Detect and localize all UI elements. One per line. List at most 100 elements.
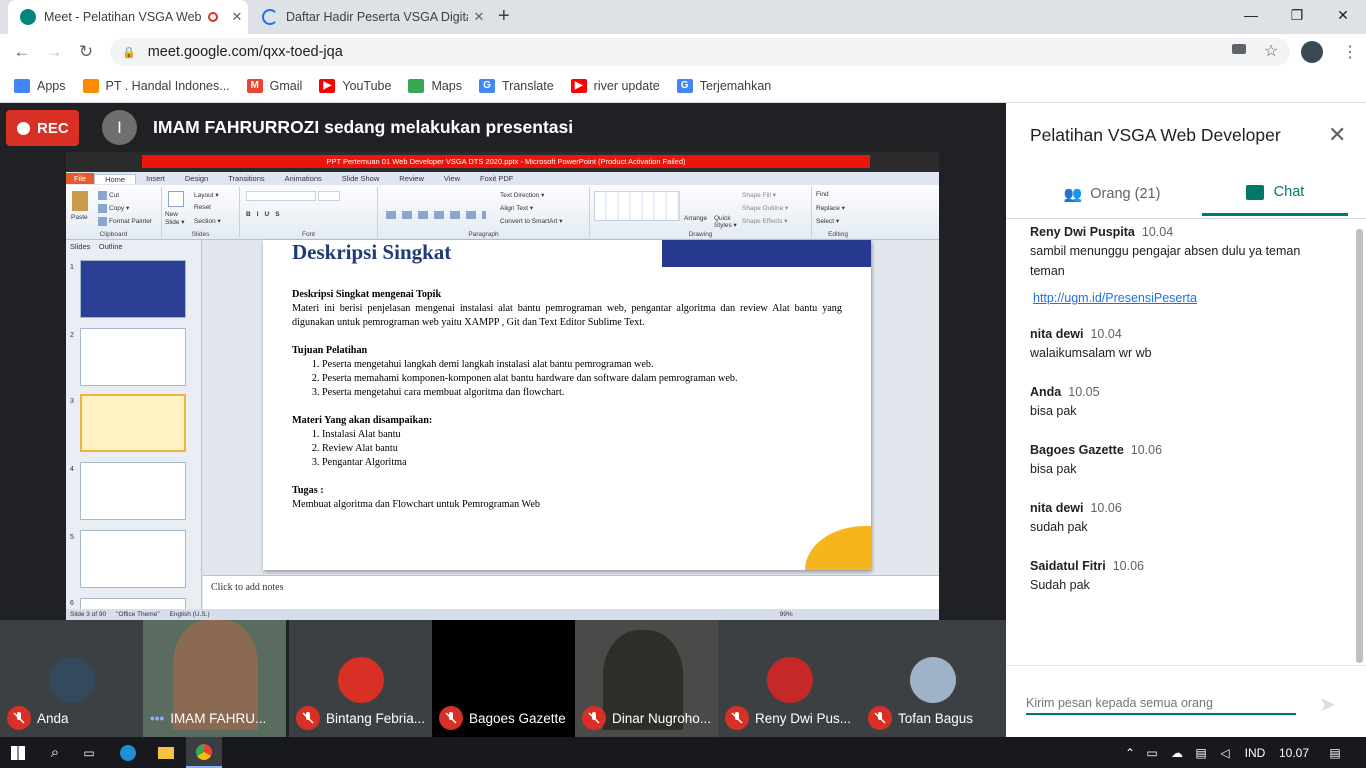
message-time: 10.04: [1090, 327, 1122, 341]
apps-grid-icon: [14, 79, 30, 93]
browser-toolbar: ← → ↻ 🔒 meet.google.com/qxx-toed-jqa ☆ ⋮: [0, 34, 1366, 70]
participant-tile[interactable]: ••• IMAM FAHRU...: [143, 620, 286, 740]
chat-input[interactable]: [1026, 693, 1296, 715]
new-slide-icon: [168, 191, 184, 207]
close-window-button[interactable]: ✕: [1320, 0, 1366, 30]
restore-button[interactable]: ❐: [1274, 0, 1320, 30]
reload-icon[interactable]: ↻: [74, 40, 98, 64]
avatar: [767, 657, 813, 703]
network-icon[interactable]: ▤: [1190, 737, 1212, 768]
send-icon[interactable]: ➤: [1319, 692, 1336, 717]
chrome-icon[interactable]: [186, 737, 222, 768]
rec-dot-icon: [17, 121, 30, 135]
ribbon-group-font: BIUS Font: [240, 187, 378, 238]
message-text: sambil menunggu pengajar absen dulu ya t…: [1030, 244, 1301, 278]
url-text: meet.google.com/qxx-toed-jqa: [147, 44, 343, 60]
youtube-icon: ▶: [319, 79, 336, 93]
ppt-tab-home: Home: [94, 173, 137, 184]
thumb-number: 2: [70, 332, 74, 339]
file-explorer-icon[interactable]: [148, 737, 184, 768]
ribbon-group-clipboard: Paste Cut Copy ▾ Format Painter Clipboar…: [66, 187, 162, 238]
edge-icon[interactable]: [110, 737, 146, 768]
ribbon-group-paragraph: Text Direction ▾ Align Text ▾ Convert to…: [378, 187, 590, 238]
participant-tile[interactable]: Bagoes Gazette: [432, 620, 575, 740]
participant-name: Bintang Febria...: [326, 710, 426, 726]
shapes-gallery-icon: [594, 191, 680, 221]
tab-daftar-hadir[interactable]: Daftar Hadir Peserta VSGA Digita ✕: [250, 0, 490, 34]
bookmark-apps[interactable]: Apps: [14, 79, 66, 93]
translate-icon: G: [479, 79, 496, 93]
bookmark-gmail[interactable]: M Gmail: [246, 79, 302, 93]
materials-list: Instalasi Alat bantu Review Alat bantu P…: [322, 428, 842, 470]
volume-icon[interactable]: ◁: [1214, 737, 1236, 768]
ppt-tab-view: View: [443, 174, 460, 183]
ppt-tab-review: Review: [399, 174, 424, 183]
bookmark-river-update[interactable]: ▶ river update: [570, 79, 660, 93]
task-view-icon[interactable]: ▭: [72, 737, 106, 768]
tab-close-icon[interactable]: ✕: [468, 9, 490, 25]
onedrive-icon[interactable]: ☁: [1166, 737, 1188, 768]
message-sender: nita dewi: [1030, 327, 1084, 341]
tab-people[interactable]: 👥 Orang (21): [1042, 171, 1182, 216]
forward-icon[interactable]: →: [42, 40, 66, 64]
language: English (U.S.): [169, 611, 210, 618]
tab-chat[interactable]: Chat: [1202, 171, 1348, 216]
thumb-number: 1: [70, 264, 74, 271]
digital-talent-logo: [662, 240, 871, 267]
text-direction-item: Text Direction ▾: [500, 192, 545, 199]
address-bar[interactable]: 🔒 meet.google.com/qxx-toed-jqa: [110, 38, 1290, 66]
reset-item: Reset: [194, 204, 211, 211]
profile-avatar[interactable]: [1301, 41, 1323, 63]
clock[interactable]: 10.07: [1274, 737, 1314, 768]
youtube-icon: ▶: [570, 79, 587, 93]
meet-stage: REC I IMAM FAHRURROZI sedang melakukan p…: [0, 103, 1006, 740]
chat-message: nita dewi 10.06 sudah pak: [1030, 501, 1335, 537]
star-icon[interactable]: ☆: [1264, 41, 1278, 61]
participant-tile[interactable]: Anda: [0, 620, 143, 740]
back-icon[interactable]: ←: [10, 40, 34, 64]
ppt-tab-slideshow: Slide Show: [341, 174, 380, 183]
theme-name: "Office Theme": [116, 611, 160, 618]
message-time: 10.04: [1141, 225, 1174, 239]
participant-name: Reny Dwi Pus...: [755, 710, 852, 726]
input-language[interactable]: IND: [1238, 737, 1272, 768]
slide-thumbnail: [80, 260, 186, 318]
participant-tile[interactable]: Bintang Febria...: [289, 620, 432, 740]
bookmark-translate[interactable]: G Translate: [479, 79, 554, 93]
mic-off-icon: [868, 706, 892, 730]
search-icon[interactable]: ⌕: [38, 737, 72, 768]
tab-meet[interactable]: Meet - Pelatihan VSGA Web ✕: [8, 0, 248, 34]
notifications-icon[interactable]: ▤: [1320, 737, 1350, 768]
slide-thumbnail-selected: [80, 394, 186, 452]
group-label: Paragraph: [468, 231, 499, 238]
participant-tile[interactable]: Reny Dwi Pus...: [718, 620, 861, 740]
presenter-banner: IMAM FAHRURROZI sedang melakukan present…: [153, 117, 574, 137]
tab-close-icon[interactable]: ✕: [226, 9, 248, 25]
new-tab-button[interactable]: +: [498, 5, 510, 28]
message-text: walaikumsalam wr wb: [1030, 346, 1152, 360]
message-text: Sudah pak: [1030, 578, 1090, 592]
participant-tile[interactable]: Tofan Bagus: [861, 620, 1006, 740]
ppt-tab-transitions: Transitions: [228, 174, 265, 183]
message-link[interactable]: http://ugm.id/PresensiPeserta: [1033, 291, 1335, 305]
camera-icon[interactable]: [1232, 44, 1246, 54]
close-panel-icon[interactable]: ✕: [1328, 124, 1346, 146]
chat-scrollbar[interactable]: [1356, 229, 1363, 663]
windows-start-icon[interactable]: [0, 737, 36, 768]
tray-chevron-icon[interactable]: ⌃: [1120, 737, 1140, 768]
message-time: 10.06: [1090, 501, 1122, 515]
participant-tile[interactable]: Dinar Nugroho...: [575, 620, 718, 740]
panel-tab-slides: Slides: [70, 242, 91, 251]
smartart-item: Convert to SmartArt ▾: [500, 218, 563, 225]
bookmark-youtube[interactable]: ▶ YouTube: [319, 79, 391, 93]
battery-icon[interactable]: ▭: [1142, 737, 1162, 768]
divider: [1006, 665, 1366, 666]
bookmark-handal[interactable]: PT . Handal Indones...: [82, 79, 230, 93]
ribbon-group-editing: Find Replace ▾ Select ▾ Editing: [812, 187, 864, 238]
bookmark-terjemahkan[interactable]: G Terjemahkan: [676, 79, 771, 93]
ppt-tab-animations: Animations: [284, 174, 322, 183]
list-item: Peserta mengetahui cara membuat algoritm…: [322, 386, 842, 400]
minimize-button[interactable]: —: [1228, 0, 1274, 30]
bookmark-maps[interactable]: Maps: [408, 79, 462, 93]
menu-icon[interactable]: ⋮: [1342, 42, 1358, 62]
